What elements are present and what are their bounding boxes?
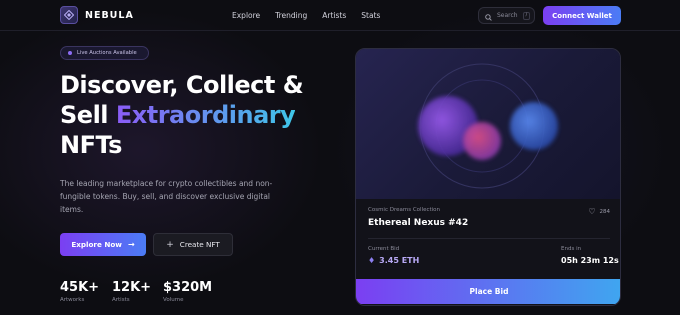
hero-description: The leading marketplace for crypto colle… [60, 179, 273, 214]
plus-icon: + [166, 239, 174, 250]
current-bid-label: Current Bid [368, 246, 400, 252]
hero-title: Discover, Collect & Sell Extraordinary N… [60, 70, 350, 160]
collection-name: Cosmic Dreams Collection [368, 207, 441, 213]
explore-now-label: Explore Now [71, 240, 122, 249]
stat-artists: 12K+ Artists [112, 280, 163, 303]
nav-item-trending[interactable]: Trending [275, 11, 307, 20]
place-bid-button[interactable]: Place Bid [356, 279, 620, 304]
search-shortcut-key: / [522, 11, 531, 20]
hero-title-line-1: Discover, Collect & [60, 71, 304, 99]
stat-label: Artists [112, 297, 130, 303]
nft-card[interactable]: Cosmic Dreams Collection Ethereal Nexus … [355, 48, 621, 306]
stat-label: Volume [163, 297, 184, 303]
nav-item-stats[interactable]: Stats [361, 11, 380, 20]
nav-item-artists[interactable]: Artists [322, 11, 346, 20]
search-box[interactable]: Search / [478, 7, 535, 24]
brand-name: NEBULA [85, 9, 134, 21]
heart-icon: ♡ [588, 207, 596, 216]
current-bid-value: ♦ 3.45 ETH [368, 256, 419, 265]
stat-value: 12K+ [112, 280, 152, 295]
ends-in-label: Ends in [561, 246, 582, 252]
live-auctions-badge: Live Auctions Available [60, 46, 149, 60]
search-placeholder: Search [497, 12, 518, 19]
nav-item-explore[interactable]: Explore [232, 11, 260, 20]
bid-amount: 3.45 ETH [379, 256, 420, 265]
nft-artwork [356, 49, 620, 199]
diamond-logo-icon [60, 6, 78, 24]
stats-row: 45K+ Artworks 12K+ Artists $320M Volume [60, 280, 212, 303]
connect-wallet-button[interactable]: Connect Wallet [543, 6, 621, 25]
stat-value: 45K+ [60, 280, 100, 295]
nft-name: Ethereal Nexus #42 [368, 218, 469, 228]
create-nft-button[interactable]: + Create NFT [153, 233, 233, 256]
stat-value: $320M [163, 280, 213, 295]
ends-in-value: 05h 23m 12s [561, 256, 619, 265]
explore-now-button[interactable]: Explore Now → [60, 233, 146, 256]
ethereum-icon: ♦ [368, 256, 376, 265]
live-dot-icon [68, 51, 72, 55]
stat-artworks: 45K+ Artworks [60, 280, 112, 303]
search-icon [485, 6, 492, 25]
like-count: 284 [599, 208, 611, 215]
badge-label: Live Auctions Available [77, 50, 137, 56]
nft-info: Cosmic Dreams Collection Ethereal Nexus … [356, 199, 620, 305]
site-header: NEBULA Explore Trending Artists Stats Se… [0, 0, 680, 31]
stat-label: Artworks [60, 297, 85, 303]
hero-title-line-3: NFTs [60, 131, 122, 159]
like-counter[interactable]: ♡ 284 [588, 207, 610, 216]
hero-title-accent: Extraordinary [115, 101, 296, 129]
create-nft-label: Create NFT [179, 240, 220, 249]
hero-title-line-2: Sell Extraordinary [60, 100, 350, 130]
hero-title-plain: Sell [60, 101, 116, 129]
brand-logo[interactable]: NEBULA [60, 6, 134, 24]
stat-volume: $320M Volume [163, 280, 212, 303]
arrow-right-icon: → [127, 240, 135, 249]
divider [368, 238, 610, 239]
main-nav: Explore Trending Artists Stats [232, 11, 395, 20]
